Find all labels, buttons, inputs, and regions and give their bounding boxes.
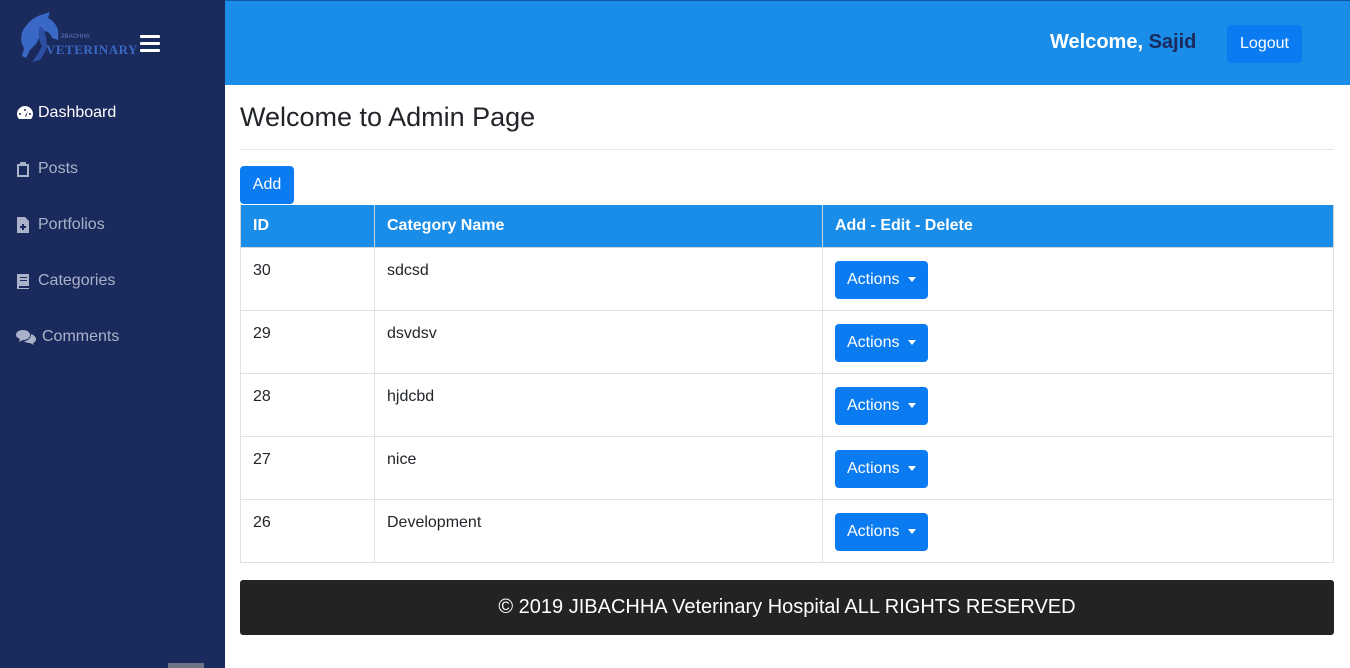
sidebar-item-posts[interactable]: Posts [16,157,78,181]
cell-id: 27 [240,435,375,500]
column-header-id: ID [240,205,375,248]
table-row: 27 nice Actions [240,435,1334,500]
actions-label: Actions [847,522,900,540]
cell-id: 28 [240,372,375,437]
sidebar-item-label: Comments [42,328,120,345]
cell-actions: Actions [822,498,1334,563]
cell-category-name: sdcsd [374,246,823,311]
sidebar-item-label: Portfolios [38,216,105,233]
footer-copyright: © 2019 JIBACHHA Veterinary Hospital ALL … [498,596,1076,618]
comments-icon [16,328,38,346]
sidebar-scrollbar[interactable] [168,663,204,668]
cell-actions: Actions [822,309,1334,374]
cell-category-name: hjdcbd [374,372,823,437]
file-plus-icon [16,216,34,234]
actions-dropdown-button[interactable]: Actions [835,260,929,299]
tachometer-icon [16,104,34,122]
add-button[interactable]: Add [240,166,294,204]
table-row: 29 dsvdsv Actions [240,309,1334,374]
table-row: 26 Development Actions [240,498,1334,563]
clipboard-icon [16,160,34,178]
caret-down-icon [908,529,917,534]
column-header-actions: Add - Edit - Delete [822,205,1334,248]
actions-label: Actions [847,396,900,414]
actions-label: Actions [847,459,900,477]
cell-actions: Actions [822,435,1334,500]
sidebar-item-label: Dashboard [38,104,117,121]
footer: © 2019 JIBACHHA Veterinary Hospital ALL … [240,580,1334,635]
cell-actions: Actions [822,246,1334,311]
top-navbar: Welcome, Sajid Logout [225,0,1350,85]
welcome-message: Welcome, Sajid [1050,31,1196,54]
cell-id: 29 [240,309,375,374]
actions-dropdown-button[interactable]: Actions [835,512,929,551]
sidebar-item-comments[interactable]: Comments [16,325,119,349]
categories-table: ID Category Name Add - Edit - Delete 30 … [240,205,1334,563]
sidebar-item-label: Posts [38,160,79,177]
table-row: 28 hjdcbd Actions [240,372,1334,437]
logout-button[interactable]: Logout [1227,25,1302,63]
actions-label: Actions [847,333,900,351]
table-header-row: ID Category Name Add - Edit - Delete [240,205,1334,248]
cell-category-name: dsvdsv [374,309,823,374]
actions-dropdown-button[interactable]: Actions [835,449,929,488]
sidebar-item-dashboard[interactable]: Dashboard [16,101,116,125]
caret-down-icon [908,466,917,471]
cell-id: 30 [240,246,375,311]
cell-category-name: nice [374,435,823,500]
book-icon [16,272,34,290]
username: Sajid [1148,31,1197,53]
caret-down-icon [908,403,917,408]
actions-label: Actions [847,270,900,288]
sidebar-item-portfolios[interactable]: Portfolios [16,213,105,237]
divider [240,149,1334,150]
table-row: 30 sdcsd Actions [240,246,1334,311]
actions-dropdown-button[interactable]: Actions [835,386,929,425]
cell-category-name: Development [374,498,823,563]
menu-toggle-icon[interactable] [140,35,160,54]
logo-text: VETERINARY [46,42,138,57]
sidebar-item-label: Categories [38,272,116,289]
logo-small-text: JIBACHHA [60,34,90,40]
sidebar: JIBACHHA VETERINARY Dashboard Posts Port… [0,0,225,668]
column-header-category-name: Category Name [374,205,823,248]
site-logo[interactable]: JIBACHHA VETERINARY [16,10,137,68]
cell-actions: Actions [822,372,1334,437]
welcome-label: Welcome, [1050,31,1143,53]
actions-dropdown-button[interactable]: Actions [835,323,929,362]
caret-down-icon [908,340,917,345]
caret-down-icon [908,277,917,282]
sidebar-item-categories[interactable]: Categories [16,269,115,293]
cell-id: 26 [240,498,375,563]
page-title: Welcome to Admin Page [240,102,536,132]
